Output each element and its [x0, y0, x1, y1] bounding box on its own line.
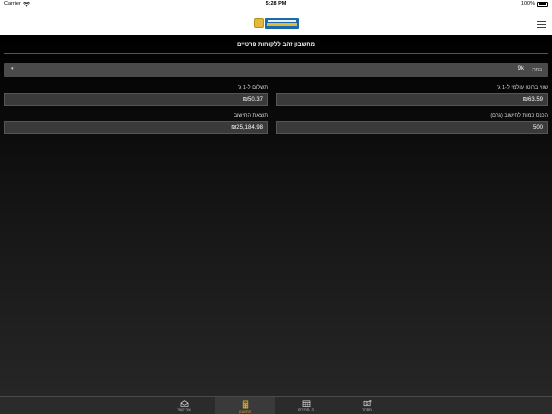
- tab-prices-label: ה. מחירים: [297, 408, 315, 412]
- karat-select-label: בחר:: [531, 67, 542, 73]
- page-title: מחשבון זהב ללקוחות פרטיים: [237, 42, 315, 48]
- tab-prices[interactable]: ה. מחירים: [276, 397, 336, 414]
- title-divider: [4, 53, 548, 54]
- tab-trade[interactable]: מסחר: [337, 397, 397, 414]
- tab-trade-label: מסחר: [362, 408, 372, 412]
- grams-label: הכנס כמות לחישוב (גרם): [490, 113, 548, 119]
- app-header: [0, 9, 552, 35]
- tab-bar: צור קשר מחשבון ה. מחירים מסחר: [0, 396, 552, 414]
- karat-select-value: 9k: [517, 66, 524, 72]
- result-label: תוצאת החישוב: [233, 113, 268, 119]
- status-bar: Carrier 5:28 PM 100%: [0, 0, 552, 9]
- gross-price-field[interactable]: ₪63.59: [276, 93, 548, 106]
- payment-field[interactable]: ₪50.37: [4, 93, 268, 106]
- clock: 5:28 PM: [265, 1, 287, 7]
- tab-calculator-label: מחשבון: [238, 410, 252, 414]
- gold-logo: [254, 17, 299, 29]
- exchange-icon: [363, 400, 371, 407]
- calculator-icon: [242, 400, 248, 409]
- battery-icon: [537, 1, 548, 7]
- battery-indicator: 100%: [521, 1, 548, 7]
- tab-contact[interactable]: צור קשר: [154, 397, 214, 414]
- battery-label: 100%: [520, 1, 535, 7]
- calendar-icon: [302, 400, 310, 407]
- mail-icon: [180, 400, 188, 407]
- gross-price-label: שווי ברוטו עולמי ל-1 ג': [497, 85, 548, 91]
- hamburger-menu-icon[interactable]: [537, 21, 546, 28]
- karat-select[interactable]: ▾ 9k בחר:: [4, 63, 548, 77]
- calculator-screen: מחשבון זהב ללקוחות פרטיים ▾ 9k בחר: שווי…: [0, 35, 552, 396]
- tab-contact-label: צור קשר: [177, 408, 191, 412]
- grams-input[interactable]: 500: [276, 121, 548, 134]
- logo-wordmark: [265, 17, 299, 29]
- result-field[interactable]: ₪25,184.98: [4, 121, 268, 134]
- tab-calculator[interactable]: מחשבון: [215, 397, 275, 414]
- logo-emblem-icon: [254, 18, 264, 28]
- chevron-down-icon: ▾: [11, 66, 14, 72]
- payment-label: תשלום ל-1 ג': [237, 85, 268, 91]
